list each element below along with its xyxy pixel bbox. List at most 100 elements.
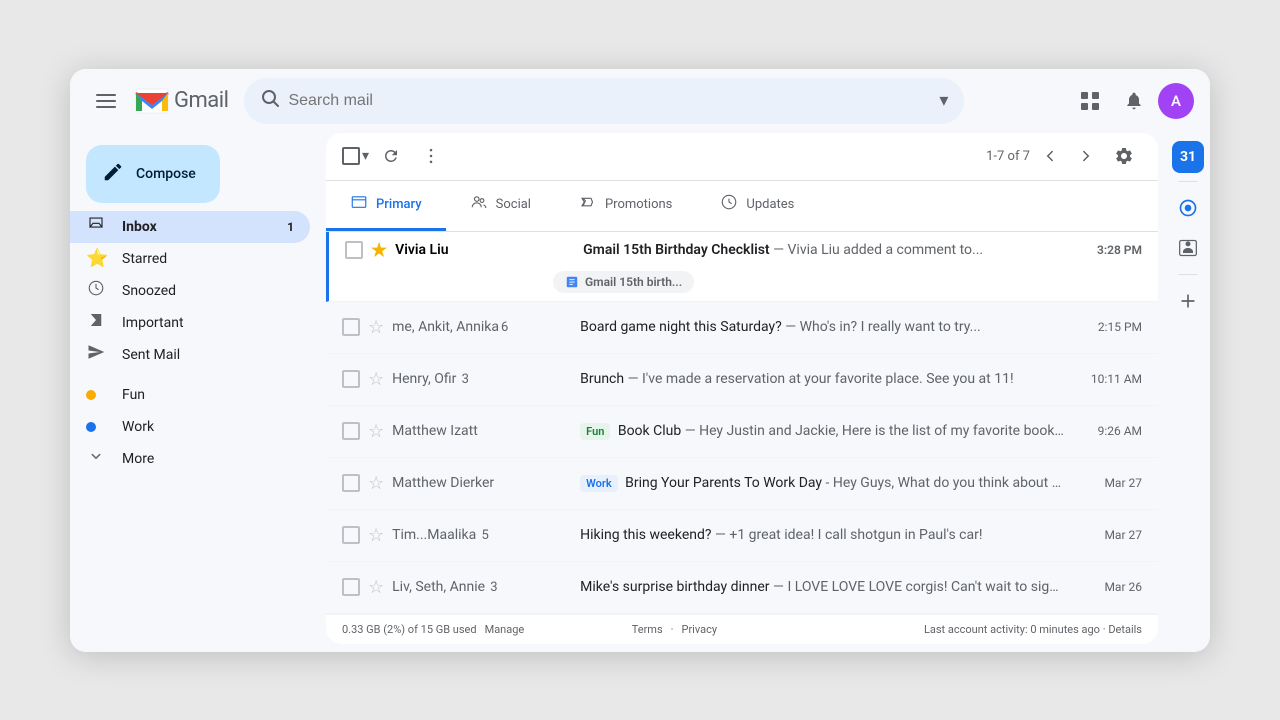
select-dropdown-icon[interactable]: ▾ bbox=[362, 148, 369, 164]
email-time: Mar 26 bbox=[1082, 580, 1142, 594]
sidebar-item-work[interactable]: Work bbox=[70, 411, 310, 443]
sent-icon bbox=[86, 343, 106, 366]
apps-icon[interactable] bbox=[1070, 81, 1110, 121]
search-icon bbox=[260, 88, 280, 113]
email-checkbox[interactable] bbox=[342, 370, 360, 388]
email-row[interactable]: ☆ Henry, Ofir 3 Brunch — I've made a res… bbox=[326, 354, 1158, 406]
star-button[interactable]: ☆ bbox=[368, 525, 384, 546]
menu-icon[interactable] bbox=[86, 81, 126, 121]
tabs: Primary Social bbox=[326, 181, 1158, 232]
fun-label: Fun bbox=[122, 387, 294, 403]
work-tag: Work bbox=[580, 475, 617, 492]
email-checkbox[interactable] bbox=[342, 474, 360, 492]
email-subject-preview: Fun Book Club — Hey Justin and Jackie, H… bbox=[580, 423, 1066, 440]
footer-links: Terms · Privacy bbox=[632, 623, 717, 636]
email-checkbox[interactable] bbox=[342, 422, 360, 440]
pagination-text: 1-7 of 7 bbox=[986, 149, 1030, 164]
add-panel-button[interactable] bbox=[1170, 283, 1206, 319]
star-button[interactable]: ★ bbox=[371, 240, 387, 261]
important-icon bbox=[86, 311, 106, 334]
next-page-button[interactable] bbox=[1070, 140, 1102, 172]
email-sender: Matthew Izatt bbox=[392, 423, 572, 439]
snoozed-icon bbox=[86, 279, 106, 302]
work-dot-icon bbox=[86, 422, 106, 432]
inbox-badge: 1 bbox=[287, 220, 294, 234]
email-subject-preview: Work Bring Your Parents To Work Day - He… bbox=[580, 475, 1066, 492]
toolbar: ▾ 1-7 of 7 bbox=[326, 133, 1158, 181]
search-bar[interactable]: ▾ bbox=[244, 78, 964, 124]
email-row[interactable]: ☆ Matthew Dierker Work Bring Your Parent… bbox=[326, 458, 1158, 510]
terms-link[interactable]: Terms bbox=[632, 623, 663, 636]
sidebar-item-starred[interactable]: ⭐ Starred bbox=[70, 243, 310, 275]
contacts-icon[interactable] bbox=[1170, 230, 1206, 266]
checkbox-square[interactable] bbox=[342, 147, 360, 165]
main: Compose Inbox 1 ⭐ Starred bbox=[70, 133, 1210, 652]
snoozed-label: Snoozed bbox=[122, 283, 294, 299]
email-row[interactable]: ☆ Tim...Maalika 5 Hiking this weekend? —… bbox=[326, 510, 1158, 562]
last-activity-text: Last account activity: 0 minutes ago bbox=[924, 623, 1100, 636]
tab-social[interactable]: Social bbox=[446, 181, 555, 231]
star-button[interactable]: ☆ bbox=[368, 577, 384, 598]
select-all-checkbox[interactable]: ▾ bbox=[342, 147, 369, 165]
prev-page-button[interactable] bbox=[1034, 140, 1066, 172]
star-button[interactable]: ☆ bbox=[368, 369, 384, 390]
tab-promotions[interactable]: Promotions bbox=[555, 181, 696, 231]
sidebar-item-sent[interactable]: Sent Mail bbox=[70, 339, 310, 371]
calendar-icon[interactable]: 31 bbox=[1172, 141, 1204, 173]
email-sender: Tim...Maalika 5 bbox=[392, 527, 572, 543]
header-right: A bbox=[1070, 81, 1194, 121]
sidebar-item-more[interactable]: More bbox=[70, 443, 310, 475]
email-sender: me, Ankit, Annika6 bbox=[392, 319, 572, 335]
gmail-logo: Gmail bbox=[134, 87, 228, 115]
star-button[interactable]: ☆ bbox=[368, 317, 384, 338]
email-row[interactable]: ☆ me, Ankit, Annika6 Board game night th… bbox=[326, 302, 1158, 354]
panel-divider bbox=[1178, 181, 1198, 182]
search-input[interactable] bbox=[288, 92, 931, 110]
inbox-icon bbox=[86, 215, 106, 238]
sidebar-item-snoozed[interactable]: Snoozed bbox=[70, 275, 310, 307]
updates-tab-label: Updates bbox=[746, 197, 794, 212]
star-button[interactable]: ☆ bbox=[368, 473, 384, 494]
email-sender: Liv, Seth, Annie 3 bbox=[392, 579, 572, 595]
primary-tab-icon bbox=[350, 193, 368, 216]
fun-dot-icon bbox=[86, 390, 106, 400]
email-subject-preview: Gmail 15th Birthday Checklist — Vivia Li… bbox=[583, 242, 1066, 258]
compose-button[interactable]: Compose bbox=[86, 145, 220, 203]
email-checkbox[interactable] bbox=[345, 241, 363, 259]
star-button[interactable]: ☆ bbox=[368, 421, 384, 442]
refresh-button[interactable] bbox=[373, 138, 409, 174]
settings-button[interactable] bbox=[1106, 138, 1142, 174]
tasks-icon[interactable] bbox=[1170, 190, 1206, 226]
primary-tab-label: Primary bbox=[376, 197, 422, 212]
manage-link[interactable]: Manage bbox=[485, 623, 525, 636]
email-checkbox[interactable] bbox=[342, 578, 360, 596]
email-sender: Matthew Dierker bbox=[392, 475, 572, 491]
email-row[interactable]: ☆ Matthew Izatt Fun Book Club — Hey Just… bbox=[326, 406, 1158, 458]
avatar[interactable]: A bbox=[1158, 83, 1194, 119]
inbox-label: Inbox bbox=[122, 219, 271, 235]
header: Gmail ▾ bbox=[70, 69, 1210, 133]
more-options-button[interactable] bbox=[413, 138, 449, 174]
notification-icon[interactable] bbox=[1114, 81, 1154, 121]
search-dropdown-icon[interactable]: ▾ bbox=[939, 90, 948, 111]
email-time: Mar 27 bbox=[1082, 528, 1142, 542]
compose-label: Compose bbox=[136, 166, 196, 182]
privacy-link[interactable]: Privacy bbox=[682, 623, 718, 636]
email-checkbox[interactable] bbox=[342, 318, 360, 336]
sidebar-item-important[interactable]: Important bbox=[70, 307, 310, 339]
email-row[interactable]: ★ Vivia Liu Gmail 15th Birthday Checklis… bbox=[326, 232, 1158, 302]
sidebar-item-inbox[interactable]: Inbox 1 bbox=[70, 211, 310, 243]
details-link[interactable]: Details bbox=[1108, 623, 1142, 636]
social-tab-icon bbox=[470, 193, 488, 216]
email-checkbox[interactable] bbox=[342, 526, 360, 544]
footer: 0.33 GB (2%) of 15 GB used Manage Terms … bbox=[326, 614, 1158, 644]
email-time: 10:11 AM bbox=[1082, 372, 1142, 386]
email-row[interactable]: ☆ Liv, Seth, Annie 3 Mike's surprise bir… bbox=[326, 562, 1158, 614]
work-label: Work bbox=[122, 419, 294, 435]
more-label: More bbox=[122, 451, 294, 467]
tab-updates[interactable]: Updates bbox=[696, 181, 818, 231]
tab-primary[interactable]: Primary bbox=[326, 181, 446, 231]
sent-label: Sent Mail bbox=[122, 347, 294, 363]
sidebar-item-fun[interactable]: Fun bbox=[70, 379, 310, 411]
star-icon: ⭐ bbox=[86, 248, 106, 269]
